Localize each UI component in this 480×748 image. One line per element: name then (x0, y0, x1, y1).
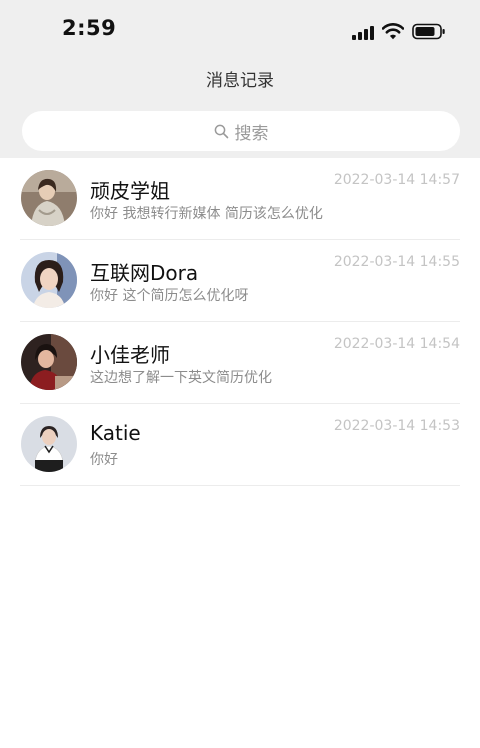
search-input[interactable]: 搜索 (22, 111, 460, 151)
contact-name: 顽皮学姐 (90, 179, 170, 203)
message-row[interactable]: Katie 你好 2022-03-14 14:53 (0, 404, 480, 486)
message-list: 顽皮学姐 你好 我想转行新媒体 简历该怎么优化 2022-03-14 14:57… (0, 158, 480, 486)
message-preview: 你好 这个简历怎么优化呀 (90, 288, 249, 304)
page-title: 消息记录 (206, 71, 274, 91)
message-time: 2022-03-14 14:53 (333, 418, 460, 434)
search-placeholder: 搜索 (234, 123, 269, 144)
message-preview: 你好 (90, 452, 118, 468)
divider (20, 485, 460, 486)
message-time: 2022-03-14 14:55 (333, 254, 460, 270)
message-time: 2022-03-14 14:54 (333, 336, 460, 352)
battery-icon (412, 23, 445, 40)
search-icon (214, 124, 228, 138)
message-row[interactable]: 顽皮学姐 你好 我想转行新媒体 简历该怎么优化 2022-03-14 14:57 (0, 158, 480, 240)
avatar (21, 416, 77, 472)
status-bar: 2:59 (0, 0, 480, 60)
message-row[interactable]: 互联网Dora 你好 这个简历怎么优化呀 2022-03-14 14:55 (0, 240, 480, 322)
message-time: 2022-03-14 14:57 (333, 172, 460, 188)
wifi-icon (382, 23, 404, 40)
message-history-screen: 2:59 消息记录 搜索 顽皮学姐 你好 我想转行新媒体 简历该怎么优化 202… (0, 0, 480, 748)
message-preview: 这边想了解一下英文简历优化 (90, 370, 272, 386)
message-row[interactable]: 小佳老师 这边想了解一下英文简历优化 2022-03-14 14:54 (0, 322, 480, 404)
header-area: 2:59 消息记录 搜索 (0, 0, 480, 158)
contact-name: 互联网Dora (90, 261, 199, 285)
signal-icon (352, 24, 374, 40)
avatar (21, 252, 77, 308)
message-preview: 你好 我想转行新媒体 简历该怎么优化 (90, 206, 323, 222)
avatar (21, 170, 77, 226)
status-time: 2:59 (62, 16, 117, 40)
avatar (21, 334, 77, 390)
status-icons (352, 20, 446, 40)
contact-name: Katie (90, 421, 141, 445)
contact-name: 小佳老师 (90, 343, 170, 367)
